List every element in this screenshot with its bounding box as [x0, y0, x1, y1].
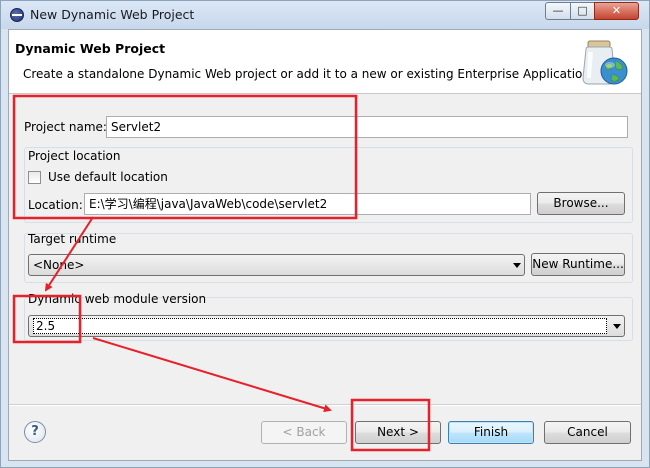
window-title: New Dynamic Web Project	[30, 7, 195, 22]
module-version-label: Dynamic web module version	[28, 292, 207, 306]
browse-button[interactable]: Browse...	[537, 192, 625, 215]
project-name-label: Project name:	[24, 120, 107, 134]
target-runtime-select[interactable]: <None>	[28, 254, 525, 276]
wizard-page-title: Dynamic Web Project	[15, 41, 166, 56]
title-bar[interactable]: New Dynamic Web Project — □ ✕	[1, 1, 649, 29]
dialog-client-area: Dynamic Web Project Create a standalone …	[8, 29, 642, 461]
use-default-location-checkbox[interactable]	[28, 171, 41, 184]
footer-separator	[9, 404, 641, 406]
module-version-value: 2.5	[33, 318, 607, 334]
next-button[interactable]: Next >	[355, 421, 441, 444]
cancel-button[interactable]: Cancel	[544, 421, 631, 444]
back-button[interactable]: < Back	[261, 421, 347, 444]
location-label: Location:	[28, 198, 83, 212]
maximize-button[interactable]: □	[570, 2, 595, 20]
module-version-select[interactable]: 2.5	[28, 315, 625, 337]
project-location-group-label: Project location	[28, 149, 121, 163]
eclipse-app-icon	[10, 8, 24, 22]
wizard-banner: Dynamic Web Project Create a standalone …	[9, 30, 641, 94]
chevron-down-icon[interactable]	[513, 263, 521, 268]
project-name-input[interactable]: Servlet2	[106, 116, 628, 138]
help-question-icon[interactable]: ?	[24, 421, 46, 443]
target-runtime-label: Target runtime	[28, 232, 117, 246]
wizard-page-description: Create a standalone Dynamic Web project …	[23, 67, 594, 81]
close-button[interactable]: ✕	[594, 2, 639, 20]
target-runtime-value: <None>	[33, 258, 85, 272]
web-project-jar-globe-icon	[582, 40, 628, 85]
location-input[interactable]: E:\学习\编程\java\JavaWeb\code\servlet2	[84, 193, 531, 215]
dialog-window: New Dynamic Web Project — □ ✕ Dynamic We…	[0, 0, 650, 468]
minimize-button[interactable]: —	[545, 2, 571, 20]
new-runtime-button[interactable]: New Runtime...	[531, 253, 625, 276]
finish-button[interactable]: Finish	[448, 421, 534, 444]
use-default-location-label[interactable]: Use default location	[48, 170, 168, 184]
chevron-down-icon[interactable]	[613, 324, 621, 329]
